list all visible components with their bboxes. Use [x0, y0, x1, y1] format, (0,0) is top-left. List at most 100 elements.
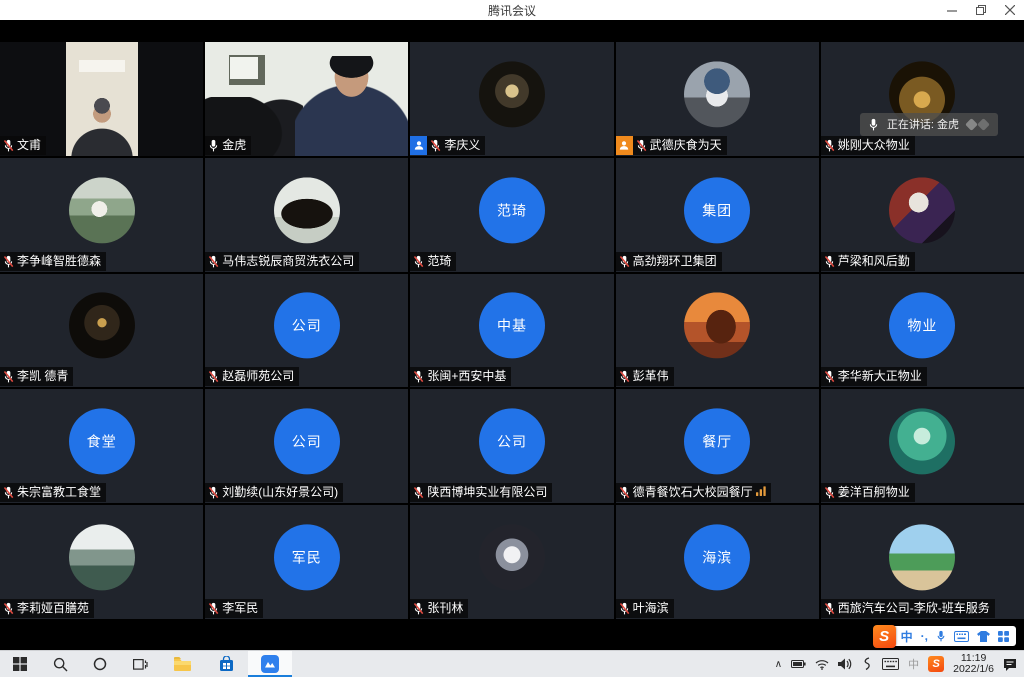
participant-cell[interactable]: 彭革伟 [616, 274, 819, 388]
mic-muted-icon [413, 602, 424, 615]
close-button[interactable] [995, 0, 1024, 20]
file-explorer-button[interactable] [160, 651, 204, 677]
mic-on-icon [208, 139, 219, 152]
sogou-punctuation-button[interactable]: ·, [921, 629, 928, 643]
participant-label: 李凯 德青 [0, 367, 73, 386]
participant-cell[interactable]: 公司陕西博坤实业有限公司 [410, 389, 613, 503]
avatar-photo [274, 177, 340, 243]
mic-muted-icon [824, 370, 835, 383]
participant-label: 姚刚大众物业 [821, 136, 915, 155]
participant-cell[interactable]: 餐厅德青餐饮石大校园餐厅 [616, 389, 819, 503]
tencent-meeting-app-button[interactable] [248, 651, 292, 677]
participant-name: 范琦 [427, 254, 451, 269]
avatar-photo [684, 293, 750, 359]
start-button[interactable] [0, 651, 40, 677]
sogou-voice-icon[interactable] [936, 630, 946, 642]
sogou-keyboard-icon[interactable] [954, 631, 969, 642]
mic-on-icon [868, 118, 879, 131]
participant-name: 芦梁和风后勤 [838, 254, 910, 269]
cortana-button[interactable] [80, 651, 120, 677]
participant-label: 西旅汽车公司-李欣-班车服务 [821, 599, 995, 618]
microsoft-store-button[interactable] [204, 651, 248, 677]
participant-cell[interactable]: 文甫 [0, 42, 203, 156]
participant-cell[interactable]: 中基张闽+西安中基 [410, 274, 613, 388]
window-titlebar: 腾讯会议 [0, 0, 1024, 20]
participant-cell[interactable]: 海滨叶海滨 [616, 505, 819, 619]
participant-label: 范琦 [410, 252, 456, 271]
participant-name: 姜洋百舸物业 [838, 485, 910, 500]
meeting-watermark-icon [977, 118, 990, 131]
network-icon[interactable] [815, 659, 829, 670]
participant-name: 叶海滨 [633, 601, 669, 616]
participant-name: 李莉娅百膳苑 [17, 601, 89, 616]
search-icon [53, 657, 68, 672]
input-method-indicator[interactable]: 中 [908, 656, 919, 672]
file-explorer-icon [174, 657, 191, 671]
mic-muted-icon [636, 139, 647, 152]
close-icon [1005, 5, 1015, 15]
window-title: 腾讯会议 [488, 2, 536, 19]
participant-cell[interactable]: 李庆义 [410, 42, 613, 156]
microsoft-store-icon [219, 656, 234, 672]
windows-ink-pen-icon[interactable] [861, 657, 873, 671]
sogou-logo[interactable]: S [873, 625, 896, 648]
avatar-photo [479, 524, 545, 590]
participant-cell[interactable]: 公司赵磊师苑公司 [205, 274, 408, 388]
participant-label: 李军民 [205, 599, 263, 618]
participant-cell[interactable]: 金虎 [205, 42, 408, 156]
participant-cell[interactable]: 马伟志锐辰商贸洗衣公司 [205, 158, 408, 272]
participant-cell[interactable]: 芦梁和风后勤 [821, 158, 1024, 272]
participant-cell[interactable]: 张刊林 [410, 505, 613, 619]
taskbar-clock[interactable]: 11:19 2022/1/6 [953, 653, 994, 676]
participant-name: 陕西博坤实业有限公司 [427, 485, 547, 500]
battery-icon[interactable] [791, 659, 806, 669]
participant-cell[interactable]: 李莉娅百膳苑 [0, 505, 203, 619]
avatar-initials: 餐厅 [684, 409, 750, 475]
task-view-button[interactable] [120, 651, 160, 677]
participant-cell[interactable]: 物业李华新大正物业 [821, 274, 1024, 388]
participant-name: 武德庆食为天 [650, 138, 722, 153]
avatar-initials: 物业 [889, 293, 955, 359]
participant-cell[interactable]: 集团高劲翔环卫集团 [616, 158, 819, 272]
speaking-banner: 正在讲话: 金虎 [860, 113, 998, 136]
participant-cell[interactable]: 李争峰智胜德森 [0, 158, 203, 272]
sogou-toolbox-icon[interactable] [998, 631, 1009, 642]
participant-label: 马伟志锐辰商贸洗衣公司 [205, 252, 359, 271]
participant-cell[interactable]: 李凯 德青 [0, 274, 203, 388]
orange-person-badge-icon [616, 136, 633, 155]
participant-cell[interactable]: 食堂朱宗富教工食堂 [0, 389, 203, 503]
mic-muted-icon [208, 486, 219, 499]
participant-cell[interactable]: 公司刘勤续(山东好景公司) [205, 389, 408, 503]
participant-cell[interactable]: 武德庆食为天 [616, 42, 819, 156]
sogou-skin-icon[interactable] [977, 631, 990, 642]
participant-cell[interactable]: 姜洋百舸物业 [821, 389, 1024, 503]
sogou-tray-icon[interactable]: S [928, 656, 944, 672]
participant-cell[interactable]: 范琦范琦 [410, 158, 613, 272]
participant-label: 彭革伟 [616, 367, 674, 386]
sogou-chinese-mode-button[interactable]: 中 [901, 628, 913, 645]
mic-muted-icon [619, 486, 630, 499]
restore-icon [976, 5, 986, 15]
windows-taskbar: ∧ 中 S 11:19 2022/1/6 [0, 650, 1024, 677]
participant-label: 刘勤续(山东好景公司) [205, 483, 343, 502]
avatar-initials: 范琦 [479, 177, 545, 243]
restore-button[interactable] [966, 0, 995, 20]
volume-icon[interactable] [838, 658, 852, 670]
participant-name: 西旅汽车公司-李欣-班车服务 [838, 601, 990, 616]
tray-chevron-up-icon[interactable]: ∧ [775, 659, 782, 670]
participant-cell[interactable]: 军民李军民 [205, 505, 408, 619]
participant-label: 德青餐饮石大校园餐厅 [616, 483, 771, 502]
search-button[interactable] [40, 651, 80, 677]
touch-keyboard-icon[interactable] [882, 658, 899, 670]
participant-cell[interactable]: 西旅汽车公司-李欣-班车服务 [821, 505, 1024, 619]
participant-name: 李凯 德青 [17, 369, 68, 384]
participant-name: 马伟志锐辰商贸洗衣公司 [222, 254, 354, 269]
participant-label: 陕西博坤实业有限公司 [410, 483, 552, 502]
participant-name: 张闽+西安中基 [427, 369, 506, 384]
minimize-button[interactable] [937, 0, 966, 20]
action-center-icon[interactable] [1003, 658, 1017, 671]
blue-person-badge-icon [410, 136, 427, 155]
window-controls [937, 0, 1024, 20]
avatar-photo [684, 61, 750, 127]
participant-cell[interactable]: 姚刚大众物业正在讲话: 金虎 [821, 42, 1024, 156]
